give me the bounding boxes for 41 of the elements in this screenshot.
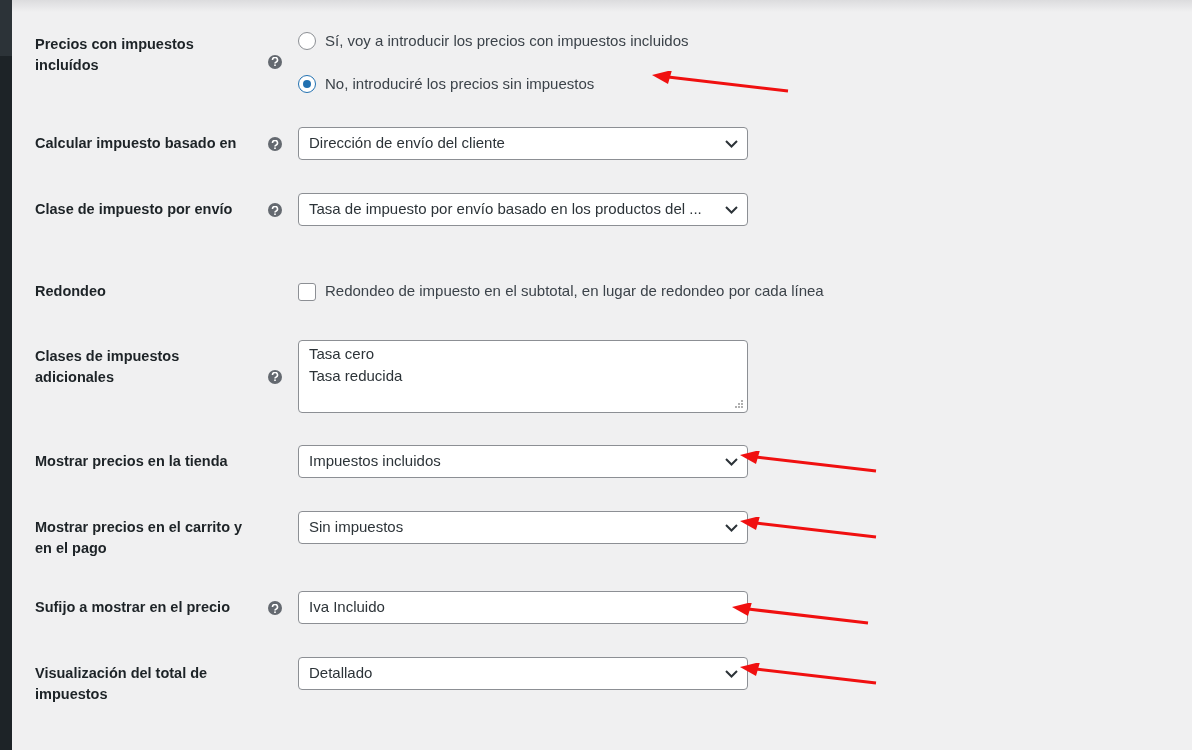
help-icon[interactable]: [268, 54, 282, 69]
radio-button[interactable]: [298, 74, 316, 93]
chevron-down-icon: [725, 457, 738, 466]
select-value: Detallado: [309, 663, 373, 684]
textarea-field[interactable]: Tasa cero Tasa reducida: [298, 340, 748, 413]
setting-label: Calcular impuesto basado en: [35, 134, 238, 153]
select-dropdown[interactable]: Impuestos incluidos: [298, 445, 748, 478]
help-icon[interactable]: [268, 203, 282, 217]
checkbox-label[interactable]: Redondeo de impuesto en el subtotal, en lugar de redondeo por cada línea: [325, 280, 824, 303]
chevron-down-icon: [725, 523, 738, 532]
setting-label: Clases de impuestos adicionales: [35, 347, 181, 387]
help-icon[interactable]: [268, 369, 282, 384]
chevron-down-icon: [725, 669, 738, 678]
setting-label: Sufijo a mostrar en el precio: [35, 598, 231, 617]
select-dropdown[interactable]: Dirección de envío del cliente: [298, 127, 748, 160]
select-value: Sin impuestos: [309, 517, 404, 538]
select-dropdown[interactable]: Sin impuestos: [298, 511, 748, 544]
checkbox[interactable]: [298, 282, 316, 301]
chevron-down-icon: [725, 139, 738, 148]
select-value: Tasa de impuesto por envío basado en los productos del ...: [309, 199, 702, 220]
chevron-down-icon: [725, 205, 738, 214]
help-icon[interactable]: [268, 137, 282, 151]
text-field[interactable]: Iva Incluido: [298, 591, 748, 624]
resize-handle-icon: [735, 400, 744, 409]
setting-label: Precios con impuestos incluídos: [35, 35, 195, 75]
text-field-value: Iva Incluido: [309, 597, 385, 618]
setting-label: Mostrar precios en el carrito y en el pago: [35, 518, 244, 558]
radio-label[interactable]: Sí, voy a introducir los precios con impuestos incluidos: [325, 30, 689, 53]
radio-button[interactable]: [298, 32, 316, 51]
help-icon[interactable]: [268, 601, 282, 615]
select-dropdown[interactable]: Tasa de impuesto por envío basado en los productos del ...: [298, 193, 748, 226]
select-value: Dirección de envío del cliente: [309, 133, 505, 154]
textarea-line: Tasa cero: [309, 344, 376, 364]
setting-label: Redondeo: [35, 282, 107, 301]
radio-label[interactable]: No, introduciré los precios sin impuestos: [325, 72, 595, 95]
setting-label: Mostrar precios en la tienda: [35, 452, 229, 471]
setting-label: Visualización del total de impuestos: [35, 664, 209, 704]
select-dropdown[interactable]: Detallado: [298, 657, 748, 690]
setting-label: Clase de impuesto por envío: [35, 200, 234, 219]
select-value: Impuestos incluidos: [309, 451, 441, 472]
textarea-line: Tasa reducida: [309, 366, 404, 386]
